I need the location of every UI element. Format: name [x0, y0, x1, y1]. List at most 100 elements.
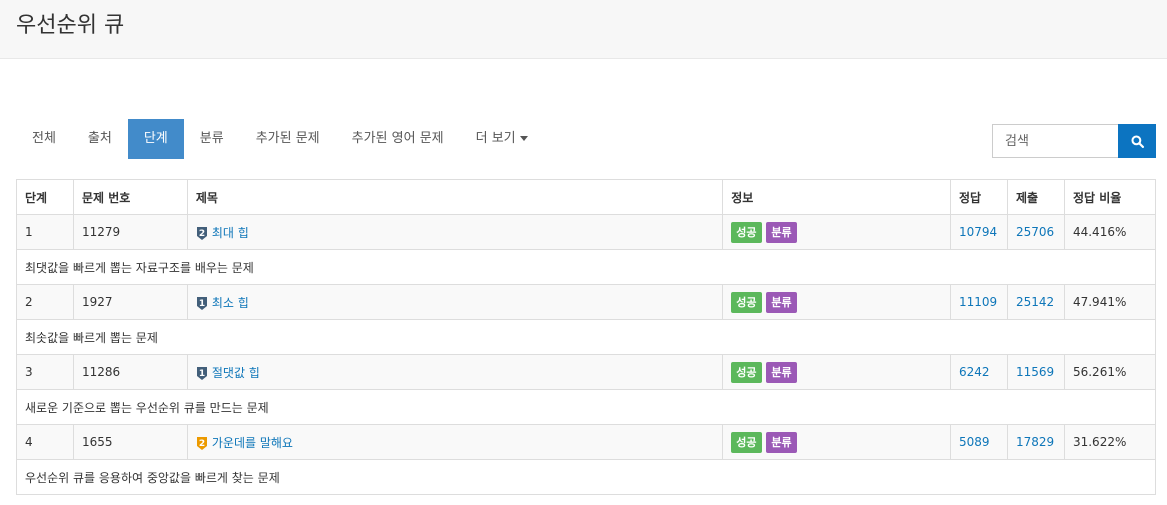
category-badge[interactable]: 분류 — [766, 431, 797, 453]
info-cell: 성공 분류 — [722, 284, 951, 320]
search-button[interactable] — [1118, 124, 1156, 158]
submitted-cell: 25706 — [1006, 214, 1065, 250]
problem-id-cell: 11279 — [72, 214, 188, 250]
ratio-cell: 47.941% — [1063, 284, 1157, 320]
success-badge[interactable]: 성공 — [731, 221, 762, 243]
table-row: 2 1927 1 최소 힙 성공 분류 11109 25142 47.941% — [16, 284, 1157, 320]
category-badge[interactable]: 분류 — [766, 291, 797, 313]
tier-number: 1 — [199, 299, 205, 309]
submitted-cell: 25142 — [1006, 284, 1065, 320]
step-cell: 4 — [16, 424, 74, 460]
table-row: 3 11286 1 절댓값 힙 성공 분류 6242 11569 56.261% — [16, 354, 1157, 390]
problem-title-link[interactable]: 최대 힙 — [212, 226, 249, 240]
table-header-row: 단계 문제 번호 제목 정보 정답 제출 정답 비율 — [16, 179, 1157, 215]
problem-title-link[interactable]: 가운데를 말해요 — [212, 436, 293, 450]
tab-added-problems[interactable]: 추가된 문제 — [240, 119, 336, 159]
tab-label: 단계 — [143, 131, 168, 146]
description-row: 최솟값을 빠르게 뽑는 문제 — [16, 319, 1156, 355]
step-cell: 2 — [16, 284, 74, 320]
description-row: 우선순위 큐를 응용하여 중앙값을 빠르게 찾는 문제 — [16, 459, 1156, 495]
problem-id-cell: 11286 — [72, 354, 188, 390]
solved-cell: 5089 — [950, 424, 1008, 460]
problem-description: 최솟값을 빠르게 뽑는 문제 — [16, 319, 1156, 355]
ratio-cell: 44.416% — [1063, 214, 1157, 250]
tier-badge-icon: 2 — [196, 436, 207, 450]
problem-description: 최댓값을 빠르게 뽑는 자료구조를 배우는 문제 — [16, 249, 1156, 285]
nav-tabs: 전체 출처 단계 분류 추가된 문제 추가된 영어 문제 더 보기 — [16, 119, 1156, 159]
info-cell: 성공 분류 — [722, 424, 951, 460]
problem-description: 새로운 기준으로 뽑는 우선순위 큐를 만드는 문제 — [16, 389, 1156, 425]
success-badge[interactable]: 성공 — [731, 361, 762, 383]
tab-category[interactable]: 분류 — [184, 119, 240, 159]
ratio-cell: 31.622% — [1063, 424, 1157, 460]
tab-source[interactable]: 출처 — [72, 119, 128, 159]
tier-badge-icon: 1 — [196, 366, 207, 380]
step-cell: 3 — [16, 354, 74, 390]
tab-label: 더 보기 — [475, 131, 516, 146]
category-badge[interactable]: 분류 — [766, 221, 797, 243]
submitted-count-link[interactable]: 25142 — [1016, 295, 1054, 309]
submitted-cell: 11569 — [1006, 354, 1065, 390]
solved-count-link[interactable]: 10794 — [959, 225, 997, 239]
column-header[interactable]: 정답 — [950, 179, 1008, 215]
toolbar: 전체 출처 단계 분류 추가된 문제 추가된 영어 문제 더 보기 — [16, 119, 1156, 159]
tab-step[interactable]: 단계 — [127, 119, 184, 159]
solved-cell: 11109 — [950, 284, 1008, 320]
column-header[interactable]: 단계 — [16, 179, 74, 215]
problem-id-cell: 1927 — [72, 284, 188, 320]
title-cell: 2 최대 힙 — [186, 214, 724, 250]
column-header[interactable]: 제목 — [186, 179, 724, 215]
problem-id-cell: 1655 — [72, 424, 188, 460]
column-header[interactable]: 문제 번호 — [72, 179, 188, 215]
table-row: 1 11279 2 최대 힙 성공 분류 10794 25706 44.416% — [16, 214, 1157, 250]
tab-all[interactable]: 전체 — [16, 119, 72, 159]
tab-label: 분류 — [199, 131, 224, 146]
tab-more-dropdown[interactable]: 더 보기 — [460, 119, 544, 159]
info-cell: 성공 분류 — [722, 214, 951, 250]
tab-label: 전체 — [32, 131, 56, 146]
title-cell: 2 가운데를 말해요 — [186, 424, 724, 460]
title-cell: 1 최소 힙 — [186, 284, 724, 320]
tab-label: 추가된 영어 문제 — [351, 131, 444, 146]
problem-title-link[interactable]: 절댓값 힙 — [212, 366, 260, 380]
caret-down-icon — [519, 136, 528, 141]
submitted-count-link[interactable]: 17829 — [1016, 435, 1054, 449]
step-cell: 1 — [16, 214, 74, 250]
title-cell: 1 절댓값 힙 — [186, 354, 724, 390]
problem-title-link[interactable]: 최소 힙 — [212, 296, 249, 310]
table-row: 4 1655 2 가운데를 말해요 성공 분류 5089 17829 31.622% — [16, 424, 1157, 460]
search-input[interactable] — [992, 124, 1118, 158]
tier-number: 1 — [199, 369, 205, 379]
tier-badge-icon: 2 — [196, 226, 207, 240]
tab-label: 출처 — [87, 131, 112, 146]
submitted-count-link[interactable]: 25706 — [1016, 225, 1054, 239]
problem-description: 우선순위 큐를 응용하여 중앙값을 빠르게 찾는 문제 — [16, 459, 1156, 495]
search-icon — [1130, 134, 1144, 148]
solved-cell: 10794 — [950, 214, 1008, 250]
info-cell: 성공 분류 — [722, 354, 951, 390]
page-header: 우선순위 큐 — [0, 0, 1167, 59]
tab-added-english-problems[interactable]: 추가된 영어 문제 — [336, 119, 460, 159]
submitted-cell: 17829 — [1006, 424, 1065, 460]
description-row: 최댓값을 빠르게 뽑는 자료구조를 배우는 문제 — [16, 249, 1156, 285]
solved-count-link[interactable]: 11109 — [959, 295, 997, 309]
description-row: 새로운 기준으로 뽑는 우선순위 큐를 만드는 문제 — [16, 389, 1156, 425]
column-header[interactable]: 정보 — [722, 179, 951, 215]
tab-label: 추가된 문제 — [255, 131, 320, 146]
success-badge[interactable]: 성공 — [731, 431, 762, 453]
problem-table: 단계 문제 번호 제목 정보 정답 제출 정답 비율 1 11279 2 최대 힙 성공… — [16, 179, 1157, 495]
column-header[interactable]: 정답 비율 — [1063, 179, 1157, 215]
page-title: 우선순위 큐 — [16, 13, 125, 38]
success-badge[interactable]: 성공 — [731, 291, 762, 313]
search-form — [992, 124, 1156, 158]
solved-count-link[interactable]: 6242 — [959, 365, 990, 379]
tier-number: 2 — [199, 229, 205, 239]
solved-count-link[interactable]: 5089 — [959, 435, 990, 449]
column-header[interactable]: 제출 — [1006, 179, 1065, 215]
ratio-cell: 56.261% — [1063, 354, 1157, 390]
tier-badge-icon: 1 — [196, 296, 207, 310]
category-badge[interactable]: 분류 — [766, 361, 797, 383]
solved-cell: 6242 — [950, 354, 1008, 390]
tier-number: 2 — [199, 439, 205, 449]
submitted-count-link[interactable]: 11569 — [1016, 365, 1054, 379]
